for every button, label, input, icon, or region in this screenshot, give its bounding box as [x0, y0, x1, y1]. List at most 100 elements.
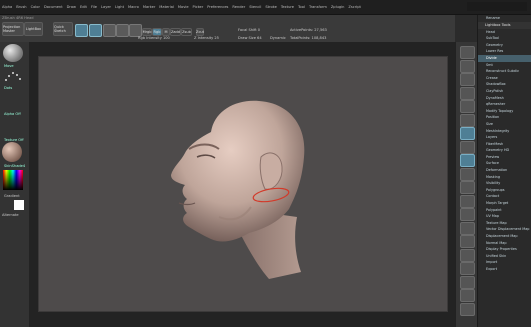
- tool-palette-item[interactable]: Reconstruct Subdiv: [478, 68, 531, 75]
- menu-item[interactable]: Stencil: [249, 5, 261, 9]
- tool-palette-item[interactable]: Preview: [478, 154, 531, 161]
- tool-palette-item[interactable]: DynaMesh: [478, 95, 531, 102]
- lightbox-button[interactable]: LightBox: [24, 22, 43, 36]
- menu-item[interactable]: File: [91, 5, 97, 9]
- menu-item[interactable]: Document: [44, 5, 63, 9]
- tool-palette-item[interactable]: Normal Map: [478, 240, 531, 247]
- menu-item[interactable]: Alpha: [2, 5, 12, 9]
- tool-palette-item[interactable]: Displacement Map: [478, 233, 531, 240]
- tool-palette-item[interactable]: Head: [478, 29, 531, 36]
- tool-palette-item[interactable]: FiberMesh: [478, 141, 531, 148]
- tool-palette-item[interactable]: Texture Map: [478, 220, 531, 227]
- shelf-tool-button[interactable]: [460, 289, 475, 302]
- shelf-tool-button[interactable]: [460, 167, 475, 181]
- draw-mode-icon[interactable]: [89, 24, 102, 37]
- edit-mode-icon[interactable]: [75, 24, 88, 37]
- tool-palette-item[interactable]: UV Map: [478, 213, 531, 220]
- tool-palette-item[interactable]: SubTool: [478, 35, 531, 42]
- tool-palette-item[interactable]: Modify Topology: [478, 108, 531, 115]
- tool-palette-item[interactable]: Vector Displacement Map: [478, 226, 531, 233]
- tool-palette-item[interactable]: Polypaint: [478, 207, 531, 214]
- shelf-tool-button[interactable]: [460, 73, 475, 86]
- tool-palette-item[interactable]: MeshIntegrity: [478, 128, 531, 135]
- tool-palette-item[interactable]: Smt: [478, 62, 531, 69]
- material-thumbnail[interactable]: [2, 142, 22, 162]
- menu-item[interactable]: Edit: [80, 5, 87, 9]
- tool-palette-item[interactable]: Size: [478, 121, 531, 128]
- tool-palette-item[interactable]: Masking: [478, 174, 531, 181]
- projection-master-button[interactable]: Projection Master: [2, 22, 24, 36]
- main-color-swatch[interactable]: [14, 200, 24, 210]
- menu-item[interactable]: Color: [31, 5, 40, 9]
- brush-thumbnail[interactable]: [3, 44, 23, 62]
- shelf-tool-button[interactable]: [460, 140, 475, 154]
- zadd-button[interactable]: Zadd: [170, 28, 181, 36]
- m-button[interactable]: M: [162, 28, 170, 36]
- menu-item[interactable]: Draw: [67, 5, 76, 9]
- tool-palette-item[interactable]: Import: [478, 259, 531, 266]
- shelf-tool-button[interactable]: [460, 113, 475, 127]
- tool-palette-item[interactable]: Deformation: [478, 167, 531, 174]
- shelf-tool-button[interactable]: [460, 262, 475, 275]
- shelf-tool-button[interactable]: [460, 235, 475, 248]
- rgb-button[interactable]: Rgb: [152, 28, 162, 36]
- menu-item[interactable]: Picker: [193, 5, 204, 9]
- tool-palette-item[interactable]: ShadowBox: [478, 81, 531, 88]
- shelf-tool-button[interactable]: [460, 181, 475, 194]
- zcut-button[interactable]: Zcut: [196, 28, 204, 36]
- menu-item[interactable]: Marker: [143, 5, 155, 9]
- menu-item[interactable]: Render: [232, 5, 245, 9]
- tool-palette-item[interactable]: Lower Res: [478, 48, 531, 55]
- tool-palette-item[interactable]: Geometry HD: [478, 147, 531, 154]
- menu-item[interactable]: Brush: [16, 5, 26, 9]
- menu-item[interactable]: Stroke: [265, 5, 276, 9]
- menu-item[interactable]: Texture: [281, 5, 294, 9]
- tool-palette-item[interactable]: qRemesher: [478, 101, 531, 108]
- sculpt-canvas[interactable]: [38, 56, 448, 312]
- shelf-tool-button[interactable]: [460, 194, 475, 208]
- tool-palette-item[interactable]: Layers: [478, 134, 531, 141]
- menu-item[interactable]: Macro: [128, 5, 139, 9]
- menu-item[interactable]: Material: [159, 5, 174, 9]
- move-mode-icon[interactable]: [103, 24, 116, 37]
- menu-item[interactable]: Zscript: [348, 5, 360, 9]
- tool-palette-item[interactable]: Unified Skin: [478, 253, 531, 260]
- shelf-tool-button[interactable]: [460, 221, 475, 235]
- tool-palette-item[interactable]: Divide: [478, 54, 531, 62]
- tool-palette-item[interactable]: Polygroups: [478, 187, 531, 194]
- menu-item[interactable]: Preferences: [207, 5, 228, 9]
- tool-palette-item[interactable]: Contact: [478, 193, 531, 200]
- scale-mode-icon[interactable]: [116, 24, 129, 37]
- tool-palette-item[interactable]: Position: [478, 114, 531, 121]
- shelf-tool-button[interactable]: [460, 208, 475, 221]
- color-picker[interactable]: [3, 170, 23, 190]
- tool-palette-item[interactable]: Rename: [478, 15, 531, 22]
- shelf-tool-button[interactable]: [460, 100, 475, 113]
- menu-item[interactable]: Layer: [101, 5, 111, 9]
- quick-sketch-button[interactable]: Quick Sketch: [53, 22, 73, 36]
- mrgb-button[interactable]: Mrgb: [142, 28, 152, 36]
- menu-item[interactable]: Tool: [298, 5, 305, 9]
- shelf-tool-button[interactable]: [460, 154, 475, 167]
- window-controls[interactable]: [467, 2, 527, 11]
- menu-item[interactable]: Transform: [309, 5, 327, 9]
- dynamic-label[interactable]: Dynamic: [270, 36, 286, 40]
- tool-palette-item[interactable]: Visibility: [478, 180, 531, 187]
- shelf-tool-button[interactable]: [460, 302, 475, 316]
- shelf-tool-button[interactable]: [460, 127, 475, 140]
- tool-palette-item[interactable]: Crease: [478, 75, 531, 82]
- tool-palette-item[interactable]: Export: [478, 266, 531, 273]
- shelf-tool-button[interactable]: [460, 275, 475, 289]
- zsub-button[interactable]: Zsub: [181, 28, 192, 36]
- tool-palette-item[interactable]: ClayPolish: [478, 88, 531, 95]
- shelf-tool-button[interactable]: [460, 86, 475, 100]
- shelf-tool-button[interactable]: [460, 46, 475, 59]
- stroke-dots-icon[interactable]: [3, 68, 23, 84]
- menu-item[interactable]: Zplugin: [331, 5, 345, 9]
- tool-palette-item[interactable]: Geometry: [478, 42, 531, 49]
- menu-item[interactable]: Movie: [178, 5, 189, 9]
- tool-palette-item[interactable]: Morph Target: [478, 200, 531, 207]
- tool-palette-item[interactable]: Display Properties: [478, 246, 531, 253]
- shelf-tool-button[interactable]: [460, 248, 475, 262]
- menu-item[interactable]: Light: [115, 5, 124, 9]
